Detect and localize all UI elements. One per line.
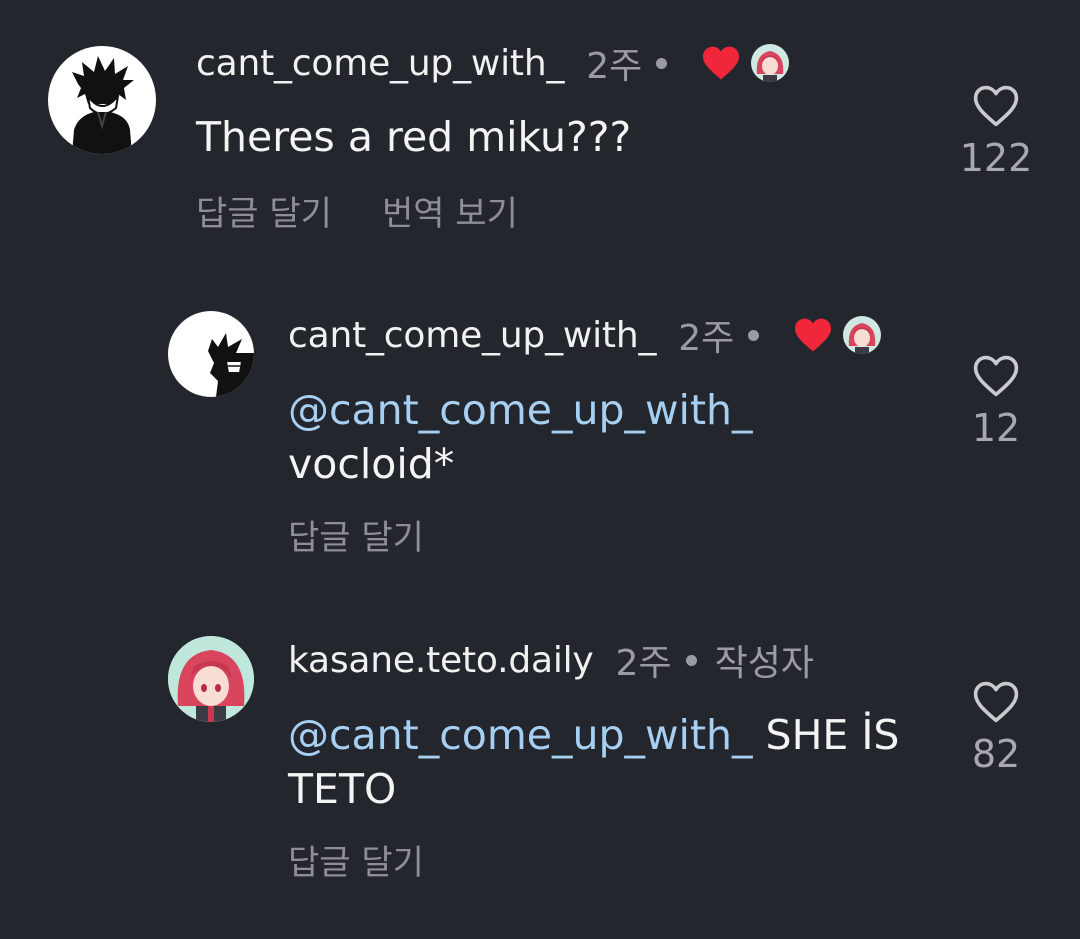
comment-actions: 답글 달기 — [288, 835, 424, 884]
like-column: 82 — [936, 680, 1056, 776]
comment-meta: cant_come_up_with_ 2주 — [288, 312, 882, 359]
like-count: 82 — [971, 732, 1021, 776]
comment-text: @cant_come_up_with_ SHE İS TETO — [288, 711, 900, 813]
avatar[interactable] — [48, 46, 156, 154]
avatar[interactable] — [168, 311, 254, 397]
separator-dot — [748, 329, 760, 341]
creator-avatar — [751, 44, 790, 82]
avatar[interactable] — [168, 636, 254, 722]
translate-button[interactable]: 번역 보기 — [382, 186, 518, 235]
like-column: 122 — [936, 84, 1056, 180]
creator-liked-heart-icon — [701, 45, 741, 81]
separator-dot — [656, 57, 668, 69]
author-badge: 작성자 — [714, 643, 814, 684]
like-count: 12 — [971, 406, 1021, 450]
separator-dot — [685, 654, 697, 666]
comment-meta: cant_come_up_with_ 2주 — [196, 40, 790, 87]
reply-button[interactable]: 답글 달기 — [288, 510, 424, 559]
comment-text: Theres a red miku??? — [196, 113, 632, 161]
creator-liked-heart-icon — [793, 317, 833, 353]
comment-meta: kasane.teto.daily 2주 작성자 — [288, 637, 814, 685]
mention-link[interactable]: @cant_come_up_with_ — [288, 711, 753, 759]
username[interactable]: cant_come_up_with_ — [288, 315, 656, 356]
comment-actions: 답글 달기 — [288, 510, 424, 559]
like-heart-icon[interactable] — [972, 84, 1020, 128]
username[interactable]: cant_come_up_with_ — [196, 43, 564, 84]
creator-avatar — [843, 316, 882, 354]
comment-text: @cant_come_up_with_ vocloid* — [288, 383, 753, 491]
like-column: 12 — [936, 354, 1056, 450]
timestamp: 2주 — [678, 318, 735, 359]
like-count: 122 — [959, 136, 1033, 180]
reply-button[interactable]: 답글 달기 — [288, 835, 424, 884]
username[interactable]: kasane.teto.daily — [288, 640, 594, 681]
mention-link[interactable]: @cant_come_up_with_ — [288, 383, 753, 437]
comment-actions: 답글 달기 번역 보기 — [196, 186, 518, 235]
timestamp: 2주 — [586, 46, 643, 87]
timestamp: 2주 — [615, 643, 672, 684]
like-heart-icon[interactable] — [972, 354, 1020, 398]
like-heart-icon[interactable] — [972, 680, 1020, 724]
reply-button[interactable]: 답글 달기 — [196, 186, 332, 235]
